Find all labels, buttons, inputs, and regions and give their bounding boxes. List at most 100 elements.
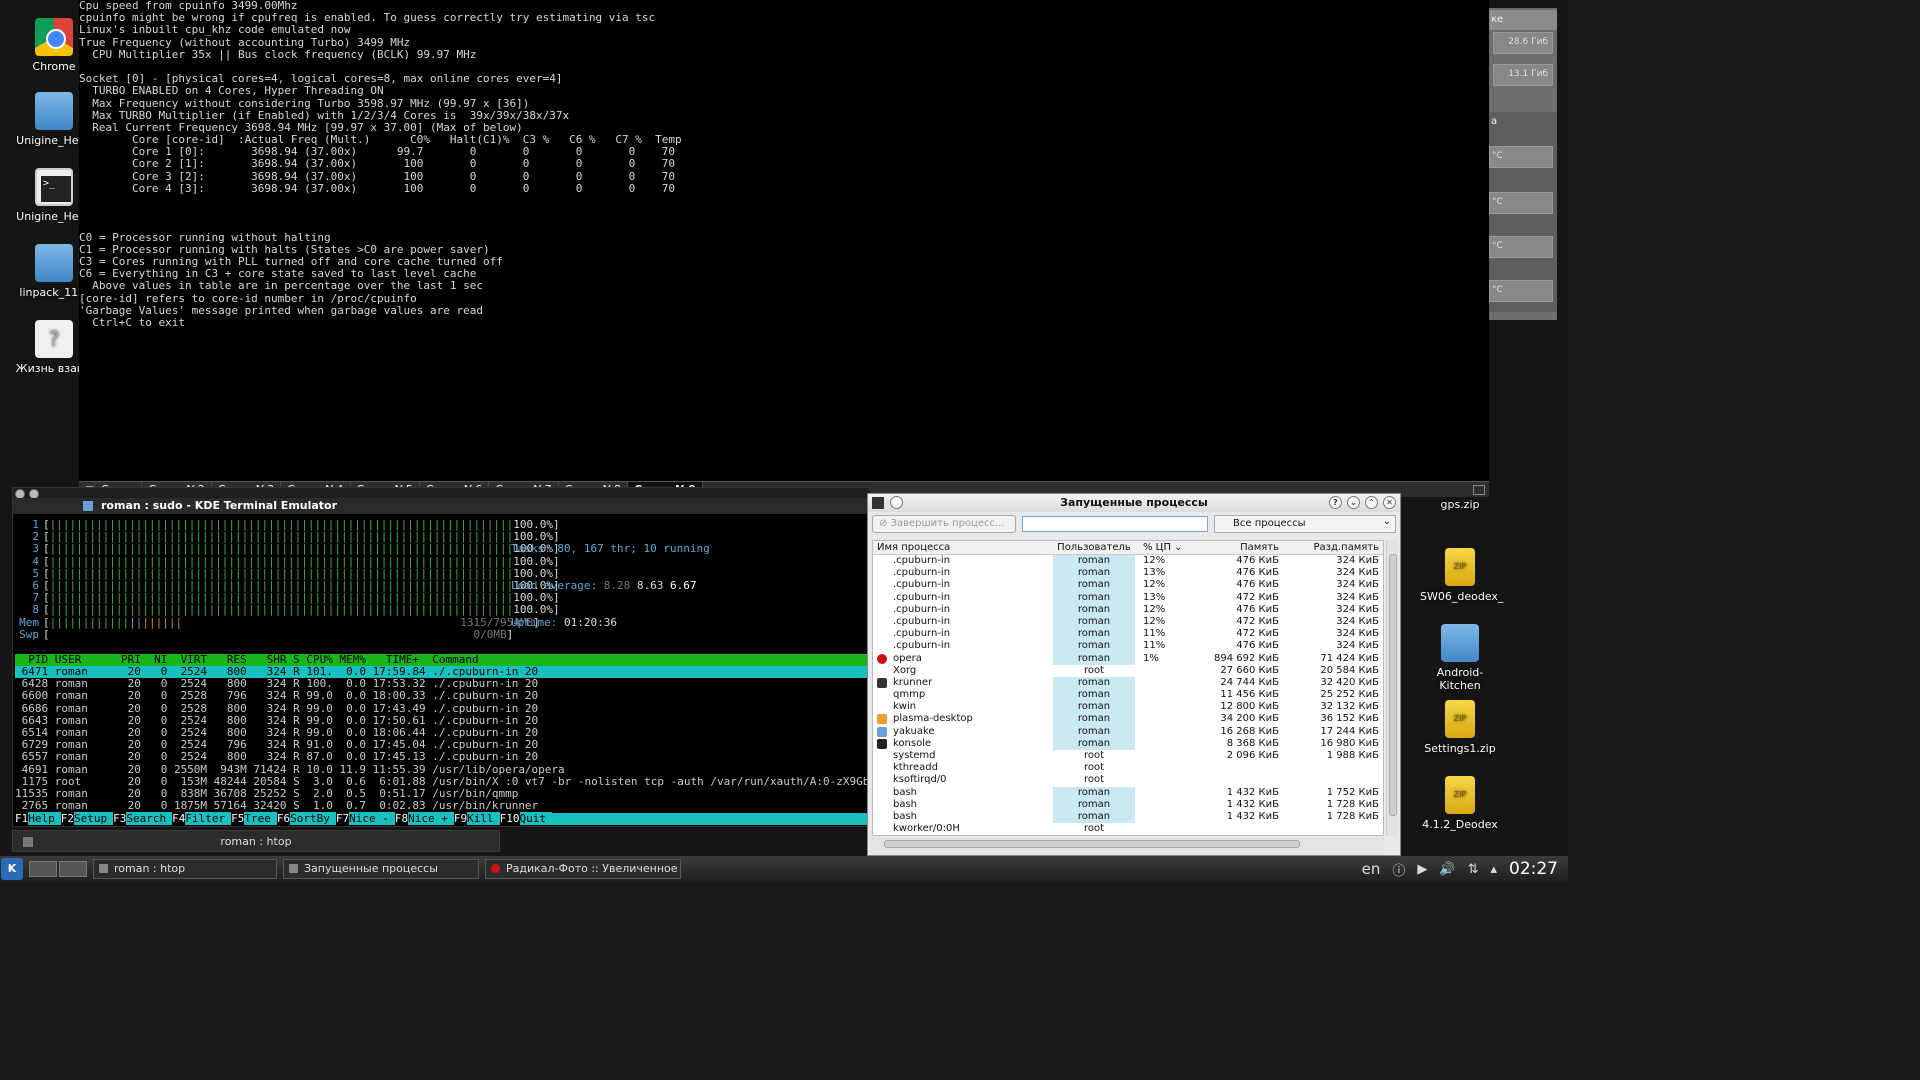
cpu-usage-bar: ||||||||||||||||||||||||||||||||||||||||… (49, 603, 514, 617)
function-key-code: F1 (15, 812, 29, 825)
desktop-pager-2[interactable] (59, 861, 87, 877)
process-memory: 16 268 КиБ (1220, 725, 1279, 737)
process-cpu (1135, 823, 1195, 835)
clock[interactable]: 02:27 (1509, 859, 1558, 879)
process-table-row[interactable]: bash roman 1 432 КиБ 1 728 КиБ (873, 810, 1383, 824)
process-table-row[interactable]: .cpuburn-in roman 12% 476 КиБ 324 КиБ (873, 555, 1383, 568)
terminal-line: CPU Multiplier 35x || Bus clock frequenc… (79, 47, 477, 61)
process-table-row[interactable]: .cpuburn-in roman 13% 476 КиБ 324 КиБ (873, 567, 1383, 580)
kde-menu-icon[interactable]: K (1, 858, 23, 880)
header-cpu[interactable]: % ЦП ⌄ (1135, 541, 1195, 554)
process-table-row[interactable]: .cpuburn-in roman 13% 472 КиБ 324 КиБ (873, 591, 1383, 604)
process-shared-memory: 324 КиБ (1336, 579, 1379, 591)
process-table-row[interactable]: .cpuburn-in roman 12% 476 КиБ 324 КиБ (873, 579, 1383, 592)
process-table-row[interactable]: .cpuburn-in roman 12% 472 КиБ 324 КиБ (873, 615, 1383, 629)
function-key-f5[interactable]: F5Tree (231, 812, 277, 825)
taskbar-task[interactable]: Радикал-Фото :: Увеличенное из (485, 859, 681, 879)
desktop-pager-1[interactable] (29, 861, 57, 877)
taskbar-task[interactable]: Запущенные процессы (283, 859, 479, 879)
process-row[interactable]: 6557 roman 20 0 2524 800 324 R 87.0 0.0 … (15, 751, 868, 763)
process-table-row[interactable]: bash roman 1 432 КиБ 1 752 КиБ (873, 786, 1383, 799)
header-shared-memory[interactable]: Разд.память (1279, 541, 1379, 554)
function-key-f3[interactable]: F3Search (113, 812, 173, 825)
function-key-code: F6 (276, 812, 291, 825)
process-table-row[interactable]: opera roman 1% 894 692 КиБ 71 424 КиБ (873, 652, 1383, 665)
process-name-cell: bash (873, 799, 1053, 811)
header-process-name[interactable]: Имя процесса (873, 541, 1053, 554)
load-label: Load average: (511, 579, 598, 593)
process-search-input[interactable] (1022, 516, 1208, 532)
minimize-icon[interactable]: ⌄ (1347, 496, 1360, 509)
maximize-icon[interactable]: ⌃ (1365, 496, 1378, 509)
process-table-row[interactable]: yakuake roman 16 268 КиБ 17 244 КиБ (873, 725, 1383, 738)
process-table-row[interactable]: kthreadd root (873, 762, 1383, 774)
function-key-label: Quit (519, 812, 552, 825)
process-cpu (1135, 713, 1195, 725)
terminal-icon (35, 168, 73, 206)
process-shared-memory: 32 132 КиБ (1320, 701, 1379, 713)
desktop-icon[interactable]: Android-Kitchen (1420, 624, 1500, 692)
process-table-row[interactable]: krunner roman 24 744 КиБ 32 420 КиБ (873, 676, 1383, 690)
function-key-f6[interactable]: F6SortBy (276, 812, 336, 825)
process-memory: 894 692 КиБ (1214, 652, 1279, 664)
desktop-icon[interactable]: ZIP Settings1.zip (1420, 700, 1500, 755)
function-key-f4[interactable]: F4Filter (172, 812, 232, 825)
process-table-row[interactable]: .cpuburn-in roman 12% 476 КиБ 324 КиБ (873, 603, 1383, 616)
process-name: kwin (893, 701, 917, 713)
function-key-f2[interactable]: F2Setup (60, 812, 114, 825)
process-filter-select[interactable]: Все процессы (1214, 514, 1396, 533)
process-name: ksoftirqd/0 (893, 774, 947, 786)
window-pin-icon[interactable] (890, 496, 903, 509)
function-key-f9[interactable]: F9Kill (453, 812, 500, 825)
process-row[interactable]: 2765 roman 20 0 1875M 57164 32420 S 1.0 … (15, 799, 868, 812)
process-row[interactable]: 6686 roman 20 0 2528 800 324 R 99.0 0.0 … (15, 702, 868, 715)
desktop-icon[interactable]: ZIP 4.1.2_Deodex (1420, 776, 1500, 831)
keyboard-layout-indicator[interactable]: en (1362, 860, 1381, 878)
process-table-vertical-scrollbar[interactable] (1386, 540, 1398, 836)
function-key-f1[interactable]: F1Help (15, 812, 61, 825)
function-key-f10[interactable]: F10Quit (499, 812, 552, 825)
taskbar-task[interactable]: roman : htop (93, 859, 277, 879)
desktop-icon[interactable]: ZIPgps.zip (1420, 498, 1500, 511)
network-icon[interactable]: ⇅ (1468, 862, 1479, 877)
process-table-row[interactable]: qmmp roman 11 456 КиБ 25 252 КиБ (873, 689, 1383, 702)
process-row[interactable]: 4691 roman 20 0 2550M 943M 71424 R 10.0 … (15, 763, 868, 776)
process-shared-memory: 71 424 КиБ (1320, 652, 1379, 664)
close-icon[interactable]: ✕ (1383, 496, 1396, 509)
end-process-button[interactable]: ⊘ Завершить процесс... (872, 515, 1016, 533)
process-row[interactable]: 6600 roman 20 0 2528 796 324 R 99.0 0.0 … (15, 690, 868, 702)
process-memory: 1 432 КиБ (1226, 786, 1279, 798)
cpu-meter: 4[||||||||||||||||||||||||||||||||||||||… (13, 554, 559, 568)
media-play-icon[interactable]: ▶ (1417, 862, 1427, 877)
taskbar-task-label: Запущенные процессы (304, 862, 438, 875)
process-table-horizontal-scrollbar[interactable] (872, 838, 1384, 850)
process-name-cell: qmmp (873, 689, 1053, 701)
volume-icon[interactable]: 🔊 (1439, 862, 1455, 877)
function-key-f7[interactable]: F7Nice - (335, 812, 395, 825)
info-icon[interactable]: ⓘ (1392, 860, 1405, 879)
header-memory[interactable]: Память (1195, 541, 1279, 554)
process-name-cell: .cpuburn-in (873, 592, 1053, 604)
process-table-row[interactable]: .cpuburn-in roman 11% 472 КиБ 324 КиБ (873, 628, 1383, 641)
process-table-row[interactable]: kwin roman 12 800 КиБ 32 132 КиБ (873, 701, 1383, 714)
process-table-row[interactable]: systemd root 2 096 КиБ 1 988 КиБ (873, 750, 1383, 762)
process-table-row[interactable]: kworker/0:0H root (873, 823, 1383, 835)
process-table-row[interactable]: .cpuburn-in roman 11% 476 КиБ 324 КиБ (873, 640, 1383, 653)
header-user[interactable]: Пользователь (1053, 541, 1135, 554)
process-shared-memory: 324 КиБ (1336, 555, 1379, 566)
desktop-icon[interactable]: ZIP SW06_deodex_ (1420, 548, 1503, 603)
htop-process-list[interactable]: 6471 roman 20 0 2524 800 324 R 101. 0.0 … (15, 665, 876, 812)
process-table-row[interactable]: bash roman 1 432 КиБ 1 728 КиБ (873, 798, 1383, 811)
tray-expand-icon[interactable]: ▴ (1490, 862, 1497, 877)
process-name: .cpuburn-in (893, 640, 951, 652)
process-table-row[interactable]: konsole roman 8 368 КиБ 16 980 КиБ (873, 737, 1383, 750)
close-tab-icon[interactable] (1473, 484, 1485, 495)
process-table-row[interactable]: ksoftirqd/0 root (873, 774, 1383, 786)
function-key-f8[interactable]: F8Nice + (394, 812, 454, 825)
terminal-line: Linux's inbuilt cpu_khz code emulated no… (79, 23, 351, 37)
process-table-row[interactable]: plasma-desktop roman 34 200 КиБ 36 152 КиБ (873, 713, 1383, 726)
help-icon[interactable]: ? (1329, 496, 1342, 509)
process-table-row[interactable]: Xorg root 27 660 КиБ 20 584 КиБ (873, 665, 1383, 677)
process-memory: 476 КиБ (1236, 640, 1279, 652)
cpu-number: 4 (32, 554, 39, 568)
